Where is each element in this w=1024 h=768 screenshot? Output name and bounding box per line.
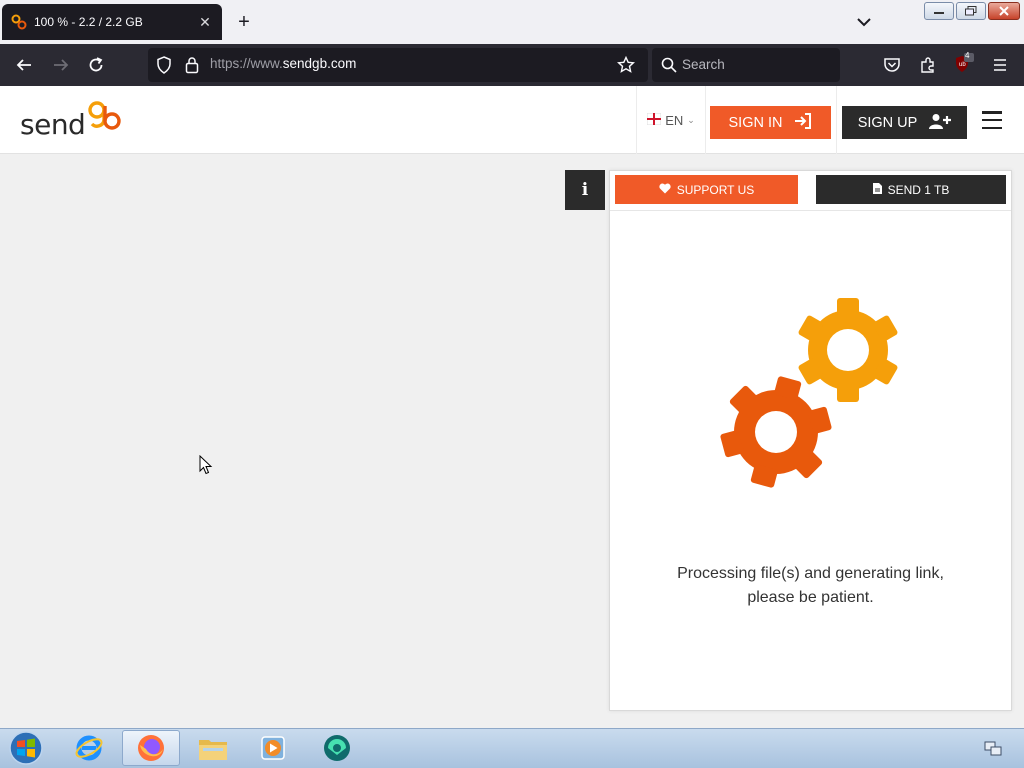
svg-text:ub: ub (959, 62, 966, 68)
sendgb-logo[interactable]: send (20, 98, 123, 141)
search-icon (658, 54, 680, 76)
tab-close-icon[interactable]: ✕ (196, 14, 214, 31)
firefox-icon[interactable] (122, 730, 180, 766)
sign-in-arrow-icon (794, 112, 812, 133)
site-menu-hamburger-icon[interactable] (982, 111, 1002, 129)
app-icon[interactable] (308, 730, 366, 766)
language-selector[interactable]: EN ⌄ (636, 86, 706, 154)
new-tab-button[interactable]: + (232, 10, 256, 34)
heart-icon (659, 183, 671, 197)
file-icon (872, 182, 882, 197)
processing-line-2: please be patient. (747, 589, 874, 606)
info-button[interactable]: i (565, 170, 605, 210)
reload-icon[interactable] (85, 54, 107, 76)
sendgb-favicon-icon (10, 13, 28, 31)
chevron-down-icon: ⌄ (687, 114, 695, 125)
processing-line-1: Processing file(s) and generating link, (677, 565, 944, 582)
app-menu-icon[interactable] (989, 54, 1011, 76)
file-explorer-icon[interactable] (184, 730, 242, 766)
media-player-icon[interactable] (244, 730, 302, 766)
extensions-puzzle-icon[interactable] (917, 54, 939, 76)
tab-list-chevron-icon[interactable] (852, 10, 876, 34)
forward-arrow-icon[interactable] (50, 54, 72, 76)
search-bar[interactable] (652, 48, 840, 82)
tab-title: 100 % - 2.2 / 2.2 GB (34, 15, 143, 29)
user-plus-icon (929, 113, 952, 133)
url-host: sendgb.com (282, 56, 357, 71)
sign-up-label: SIGN UP (857, 114, 918, 131)
back-arrow-icon[interactable] (13, 54, 35, 76)
ublock-extension-icon[interactable]: ub (953, 53, 975, 75)
bookmark-star-icon[interactable] (615, 54, 637, 76)
logo-text: send (20, 108, 86, 141)
send-1tb-label: SEND 1 TB (887, 182, 950, 197)
browser-tab[interactable]: 100 % - 2.2 / 2.2 GB ✕ (2, 4, 222, 40)
url-prefix: https://www. (210, 56, 283, 71)
sign-in-button[interactable]: SIGN IN (710, 106, 831, 139)
processing-message: Processing file(s) and generating link, … (610, 562, 1011, 610)
minimize-button[interactable] (924, 2, 954, 20)
small-gear-icon (798, 298, 898, 402)
restore-button[interactable] (956, 2, 986, 20)
windows-start-button[interactable] (6, 730, 46, 766)
internet-explorer-icon[interactable] (60, 730, 118, 766)
processing-gears-icon (720, 298, 898, 488)
search-placeholder[interactable]: Search (682, 57, 725, 72)
language-label: EN (665, 112, 684, 128)
send-1tb-button[interactable]: SEND 1 TB (816, 175, 1006, 204)
large-gear-icon (720, 376, 832, 488)
tab-strip: 100 % - 2.2 / 2.2 GB ✕ + (0, 0, 1024, 44)
extension-badge-count: 4 (965, 51, 970, 60)
shield-icon[interactable] (153, 54, 175, 76)
support-us-button[interactable]: SUPPORT US (615, 175, 798, 204)
support-us-label: SUPPORT US (676, 182, 755, 197)
network-tray-icon[interactable] (984, 739, 1002, 757)
url-text[interactable]: https://www.sendgb.com (210, 56, 356, 71)
england-flag-icon (646, 112, 662, 128)
mouse-pointer-icon (199, 455, 213, 475)
window-controls (924, 2, 1020, 20)
header-divider (836, 86, 837, 154)
window-close-button[interactable] (988, 2, 1020, 20)
sign-in-label: SIGN IN (728, 114, 783, 131)
lock-icon[interactable] (181, 54, 203, 76)
logo-gb-mark-icon (85, 98, 123, 132)
pocket-icon[interactable] (881, 54, 903, 76)
sign-up-button[interactable]: SIGN UP (842, 106, 967, 139)
